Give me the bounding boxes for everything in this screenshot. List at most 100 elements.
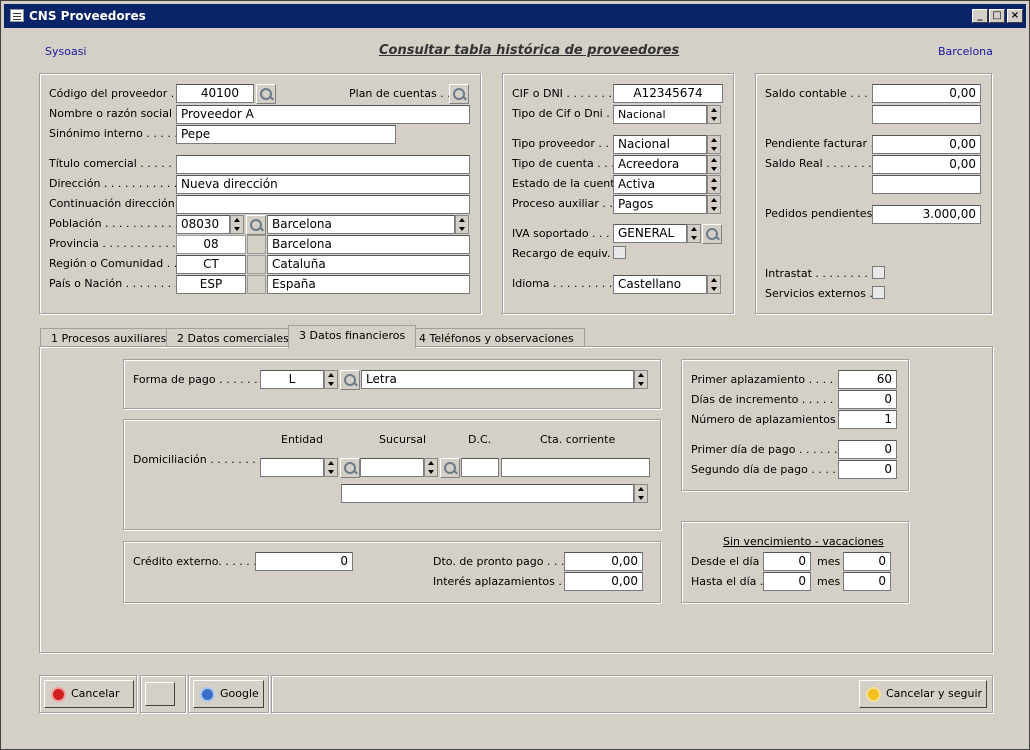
pais-button[interactable] [247,275,266,294]
num-apl-field[interactable]: 1 [838,410,897,429]
entidad-spinner[interactable] [324,458,338,477]
maximize-button[interactable]: □ [989,9,1005,23]
cif-field[interactable]: A12345674 [613,84,723,103]
primer-apl-field[interactable]: 60 [838,370,897,389]
direccion-field[interactable]: Nueva dirección [176,175,470,194]
vacaciones-title: Sin vencimiento - vacaciones [723,535,884,548]
hasta-dia-field[interactable]: 0 [763,572,811,591]
codigo-lookup-icon[interactable] [256,84,276,104]
saldo-extra-field [872,105,981,124]
estado-field[interactable]: Activa [613,175,707,194]
titulo-field[interactable] [176,155,470,174]
iva-spinner[interactable] [687,224,701,243]
intrastat-checkbox[interactable] [872,266,885,279]
idioma-field[interactable]: Castellano [613,275,707,294]
poblacion-search-icon[interactable] [246,215,266,235]
tipo-cuenta-spinner[interactable] [707,155,721,174]
cta-field[interactable] [501,458,650,477]
forma-code-field[interactable]: L [260,370,324,389]
tipo-prov-spinner[interactable] [707,135,721,154]
dto-label: Dto. de pronto pago . . . . [433,555,572,568]
sucursal-spinner[interactable] [424,458,438,477]
hasta-mes-field[interactable]: 0 [843,572,891,591]
idioma-label: Idioma . . . . . . . . . . [512,277,620,290]
forma-spinner[interactable] [634,370,648,389]
dc-header: D.C. [468,433,492,446]
iva-field[interactable]: GENERAL [613,224,687,243]
forma-label: Forma de pago . . . . . . . [133,373,265,386]
bank-name-spinner[interactable] [634,484,648,503]
iva-search-icon[interactable] [702,224,722,244]
dias-inc-field[interactable]: 0 [838,390,897,409]
tab-comerciales[interactable]: 2 Datos comerciales [166,328,300,347]
interes-field[interactable]: 0,00 [564,572,643,591]
bank-name-field[interactable] [341,484,634,503]
interes-label: Interés aplazamientos . . . [433,575,576,588]
continuacion-field[interactable] [176,195,470,214]
sinonimo-field[interactable]: Pepe [176,125,396,144]
provincia-code-field[interactable]: 08 [176,235,246,254]
servicios-checkbox[interactable] [872,286,885,299]
provincia-field: Barcelona [267,235,470,254]
tipo-prov-label: Tipo proveedor . . . . [512,137,623,150]
region-button[interactable] [247,255,266,274]
nombre-field[interactable]: Proveedor A [176,105,470,124]
plan-cuentas-search-icon[interactable] [449,84,469,104]
desde-mes-field[interactable]: 0 [843,552,891,571]
recargo-checkbox[interactable] [613,246,626,259]
forma-code-spinner[interactable] [324,370,338,389]
region-code-field[interactable]: CT [176,255,246,274]
proceso-spinner[interactable] [707,195,721,214]
proceso-field[interactable]: Pagos [613,195,707,214]
tipo-cif-spinner[interactable] [707,105,721,124]
codigo-field[interactable]: 40100 [176,84,254,103]
forma-search-icon[interactable] [340,370,360,390]
cancel-continue-icon [866,687,881,702]
codigo-label: Código del proveedor . . [49,87,182,100]
cancel-continue-button[interactable]: Cancelar y seguir [859,680,987,708]
window-title: CNS Proveedores [29,9,146,23]
estado-label: Estado de la cuenta . [512,177,629,190]
primer-dia-field[interactable]: 0 [838,440,897,459]
pais-code-field[interactable]: ESP [176,275,246,294]
poblacion-spinner[interactable] [455,215,469,234]
google-button[interactable]: Google [193,680,264,708]
dto-field[interactable]: 0,00 [564,552,643,571]
empty-button[interactable] [145,682,175,706]
sinonimo-label: Sinónimo interno . . . . . . [49,127,185,140]
credito-field[interactable]: 0 [255,552,353,571]
tab-telefonos[interactable]: 4 Teléfonos y observaciones [408,328,585,347]
idioma-spinner[interactable] [707,275,721,294]
app-icon [10,9,24,22]
tipo-cif-field[interactable]: Nacional [613,105,707,124]
sucursal-field[interactable] [360,458,424,477]
close-button[interactable]: × [1007,9,1023,23]
page-title: Consultar tabla histórica de proveedores [379,43,680,58]
region-label: Región o Comunidad . . . [49,257,185,270]
estado-spinner[interactable] [707,175,721,194]
minimize-button[interactable]: _ [972,9,988,23]
entidad-field[interactable] [260,458,324,477]
forma-field[interactable]: Letra [361,370,634,389]
titulo-label: Título comercial . . . . . . . [49,157,186,170]
tipo-prov-field[interactable]: Nacional [613,135,707,154]
tab-financieros[interactable]: 3 Datos financieros [288,325,417,348]
tipo-cuenta-field[interactable]: Acreedora [613,155,707,174]
desde-dia-field[interactable]: 0 [763,552,811,571]
entidad-search-icon[interactable] [340,458,360,478]
cancel-button[interactable]: Cancelar [44,680,134,708]
provincia-button[interactable] [247,235,266,254]
dc-field[interactable] [461,458,499,477]
poblacion-field[interactable]: Barcelona [267,215,455,234]
cancel-icon [51,687,66,702]
tab-procesos[interactable]: 1 Procesos auxiliares [40,328,178,347]
cif-label: CIF o DNI . . . . . . . . [512,87,619,100]
sucursal-search-icon[interactable] [440,458,460,478]
postal-code-field[interactable]: 08030 [176,215,230,234]
segundo-dia-field[interactable]: 0 [838,460,897,479]
region-field: Cataluña [267,255,470,274]
company-name: Sysoasi [45,45,87,58]
desde-label: Desde el día . . [691,555,774,568]
postal-code-spinner[interactable] [230,215,244,234]
nombre-label: Nombre o razón social . [49,107,180,120]
